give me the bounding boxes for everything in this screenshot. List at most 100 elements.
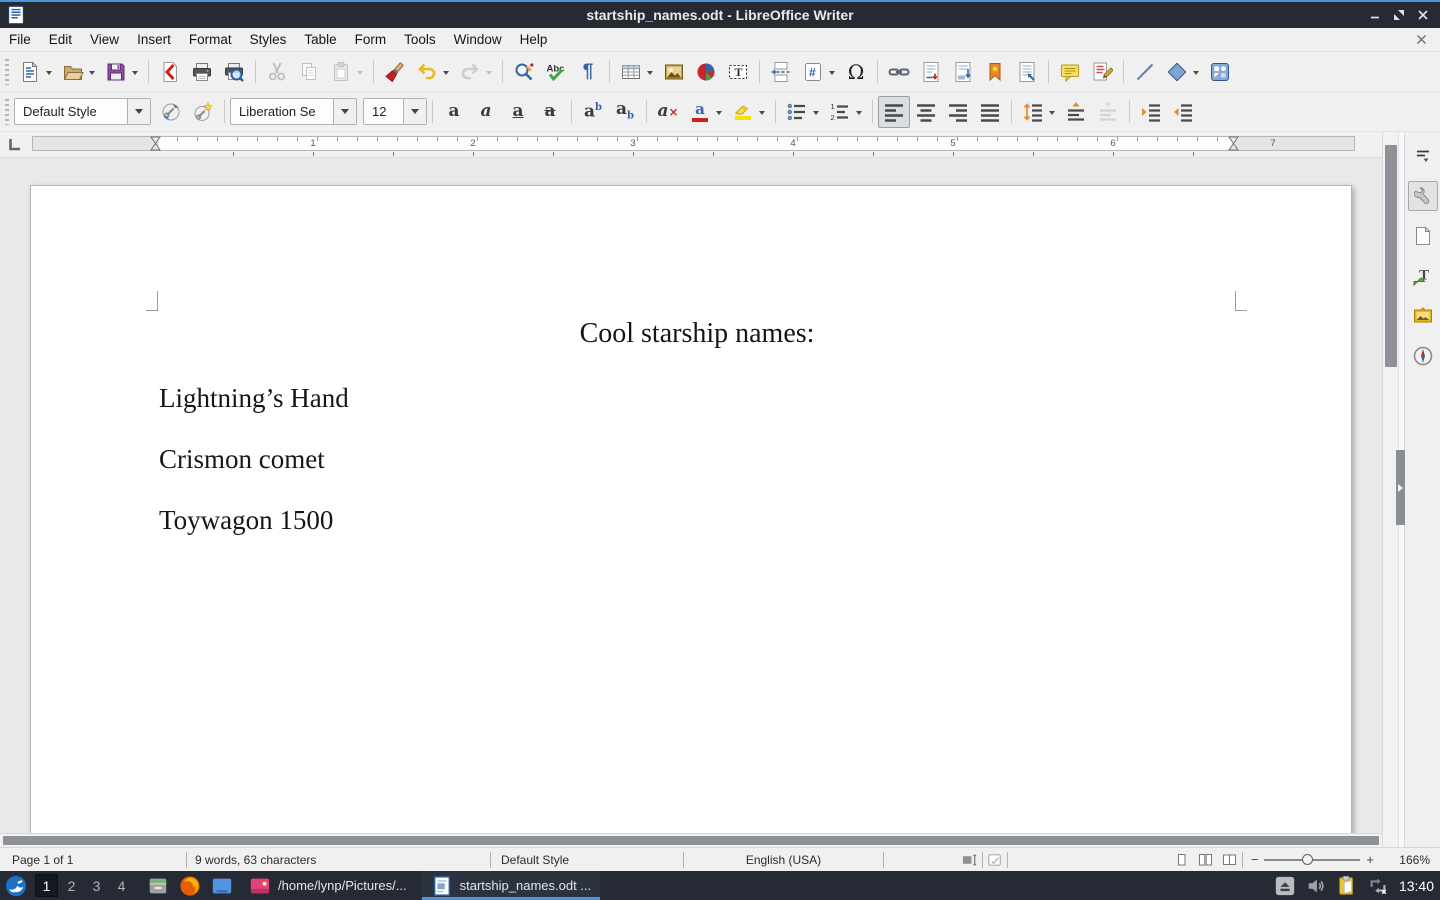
export-pdf-button[interactable] [154, 56, 186, 88]
page-break-button[interactable] [765, 56, 797, 88]
insert-hyperlink-button[interactable] [883, 56, 915, 88]
page-number-status[interactable]: Page 1 of 1 [0, 848, 186, 871]
styles-button[interactable]: T [1408, 261, 1438, 291]
toolbar-grip[interactable] [5, 99, 9, 125]
save-button[interactable] [100, 56, 143, 88]
volume-icon[interactable] [1305, 875, 1327, 897]
document-line[interactable]: Crismon comet [159, 444, 325, 475]
draw-functions-button[interactable] [1204, 56, 1236, 88]
toolbar-grip[interactable] [5, 59, 9, 85]
single-page-view-icon[interactable] [1170, 852, 1194, 868]
undo-button[interactable] [411, 56, 454, 88]
justify-button[interactable] [974, 96, 1006, 128]
subscript-button[interactable]: ab [609, 96, 641, 128]
eject-icon[interactable] [1274, 875, 1296, 897]
menu-styles[interactable]: Styles [241, 30, 296, 49]
applications-menu-icon[interactable] [4, 874, 28, 898]
bold-button[interactable]: a [438, 96, 470, 128]
horizontal-ruler[interactable]: 1234567 [0, 132, 1382, 158]
special-character-button[interactable]: Ω [840, 56, 872, 88]
find-replace-button[interactable] [508, 56, 540, 88]
paragraph-style-combo[interactable]: Default Style [14, 98, 151, 125]
highlight-color-dropdown[interactable] [759, 111, 765, 118]
menu-table[interactable]: Table [295, 30, 345, 49]
indent-marker-icon[interactable] [150, 136, 161, 151]
sidebar-hide-handle[interactable] [1396, 450, 1405, 525]
close-icon[interactable] [1416, 8, 1430, 22]
menu-file[interactable]: File [0, 30, 40, 49]
align-right-button[interactable] [942, 96, 974, 128]
menu-help[interactable]: Help [511, 30, 557, 49]
align-left-button[interactable] [878, 96, 910, 128]
menu-view[interactable]: View [81, 30, 128, 49]
font-color-dropdown[interactable] [716, 111, 722, 118]
font-size-combo[interactable]: 12 [363, 98, 427, 125]
close-document-icon[interactable] [1416, 33, 1430, 47]
indent-increase-button[interactable] [1135, 96, 1167, 128]
formatting-marks-button[interactable]: ¶ [572, 56, 604, 88]
insert-comment-button[interactable] [1054, 56, 1086, 88]
page-style-status[interactable]: Default Style [491, 848, 683, 871]
bullet-list-button[interactable] [781, 96, 824, 128]
restore-icon[interactable] [1392, 8, 1406, 22]
print-preview-button[interactable] [218, 56, 250, 88]
spelling-button[interactable]: Abc [540, 56, 572, 88]
menu-edit[interactable]: Edit [40, 30, 81, 49]
zoom-out-icon[interactable]: − [1251, 852, 1259, 867]
document-page[interactable]: Cool starship names: Lightning’s Hand Cr… [30, 185, 1352, 833]
insert-endnote-button[interactable] [947, 56, 979, 88]
zoom-level[interactable]: 166% [1384, 853, 1440, 867]
font-color-button[interactable]: a [684, 96, 727, 128]
bullet-list-dropdown[interactable] [813, 111, 819, 118]
align-center-button[interactable] [910, 96, 942, 128]
track-changes-button[interactable] [1086, 56, 1118, 88]
menu-insert[interactable]: Insert [128, 30, 180, 49]
clipboard-icon[interactable] [1336, 875, 1358, 897]
horizontal-scrollbar[interactable] [0, 833, 1382, 847]
network-icon[interactable] [1367, 875, 1389, 897]
overwrite-mode-icon[interactable] [958, 852, 982, 868]
workspace-3[interactable]: 3 [85, 874, 108, 897]
highlight-color-button[interactable] [727, 96, 770, 128]
italic-button[interactable]: a [470, 96, 502, 128]
navigator-button[interactable] [1408, 341, 1438, 371]
basic-shapes-dropdown[interactable] [1193, 71, 1199, 78]
menu-tools[interactable]: Tools [395, 30, 445, 49]
firefox-icon[interactable] [178, 874, 202, 898]
minimize-icon[interactable] [1368, 8, 1382, 22]
insert-table-button[interactable] [615, 56, 658, 88]
font-size-dropdown[interactable] [403, 99, 426, 124]
document-line[interactable]: Toywagon 1500 [159, 505, 333, 536]
document-title-line[interactable]: Cool starship names: [159, 318, 1235, 350]
font-name-combo[interactable]: Liberation Se [230, 98, 357, 125]
zoom-in-icon[interactable]: + [1366, 852, 1374, 867]
font-name-dropdown[interactable] [333, 99, 356, 124]
strikethrough-button[interactable]: a [534, 96, 566, 128]
superscript-button[interactable]: ab [577, 96, 609, 128]
para-space-increase-button[interactable] [1060, 96, 1092, 128]
workspace-1[interactable]: 1 [35, 874, 58, 897]
document-line[interactable]: Lightning’s Hand [159, 383, 349, 414]
vertical-scrollbar-thumb[interactable] [1385, 145, 1397, 367]
title-bar[interactable]: startship_names.odt - LibreOffice Writer [0, 0, 1440, 28]
insert-image-button[interactable] [658, 56, 690, 88]
insert-textbox-button[interactable]: T [722, 56, 754, 88]
new-document-dropdown[interactable] [46, 71, 52, 78]
update-style-button[interactable] [155, 96, 187, 128]
new-style-button[interactable] [187, 96, 219, 128]
gallery-button[interactable] [1408, 301, 1438, 331]
taskbar-window-2[interactable]: startship_names.odt ... [422, 871, 601, 900]
workspace-2[interactable]: 2 [60, 874, 83, 897]
clone-formatting-button[interactable] [379, 56, 411, 88]
book-view-icon[interactable] [1218, 852, 1242, 868]
line-spacing-button[interactable] [1017, 96, 1060, 128]
insert-field-button[interactable]: # [797, 56, 840, 88]
indent-decrease-button[interactable] [1167, 96, 1199, 128]
insert-line-button[interactable] [1129, 56, 1161, 88]
multi-page-view-icon[interactable] [1194, 852, 1218, 868]
line-spacing-dropdown[interactable] [1049, 111, 1055, 118]
print-button[interactable] [186, 56, 218, 88]
insert-field-dropdown[interactable] [829, 71, 835, 78]
selection-mode-icon[interactable] [983, 852, 1007, 868]
menu-window[interactable]: Window [445, 30, 511, 49]
